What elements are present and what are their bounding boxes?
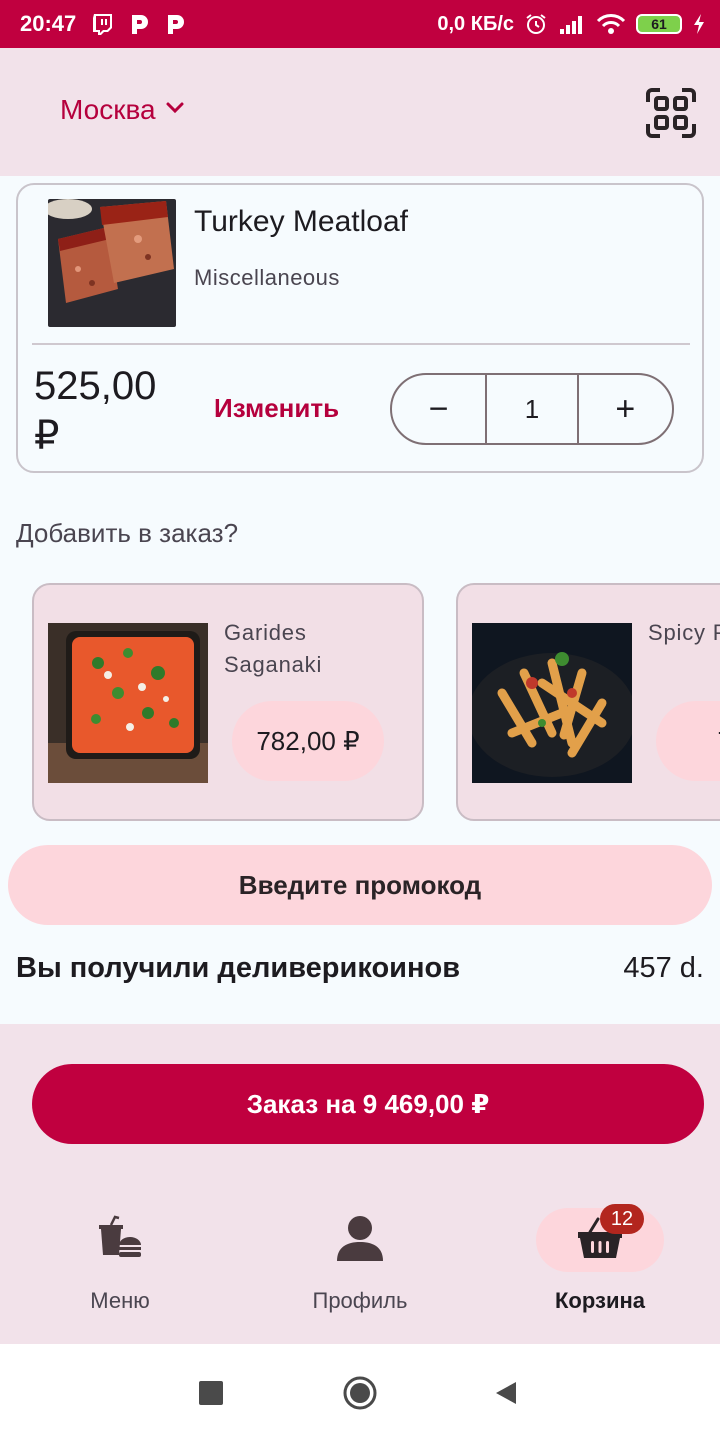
addon-card[interactable]: Garides Saganaki 782,00 ₽ — [32, 583, 424, 821]
meatloaf-image — [48, 199, 176, 327]
battery-icon: 61 — [636, 14, 682, 34]
spicy-penne-image — [472, 623, 632, 783]
signal-icon — [558, 13, 586, 35]
twitch-icon — [90, 12, 114, 36]
quantity-value: 1 — [485, 375, 579, 443]
bottom-panel: Заказ на 9 469,00 ₽ Меню Профиль 12 Корз… — [0, 1024, 720, 1344]
addon-price-button[interactable]: 782,00 ₽ — [232, 701, 384, 781]
coins-value: 457 d. — [623, 952, 704, 984]
edit-button[interactable]: Изменить — [214, 393, 339, 424]
home-icon[interactable] — [342, 1375, 378, 1411]
city-label: Москва — [60, 94, 156, 125]
coins-row: Вы получили деливерикоинов 457 d. — [16, 952, 704, 985]
coins-label: Вы получили деливерикоинов — [16, 952, 461, 984]
nav-item-profile[interactable]: Профиль — [280, 1208, 440, 1314]
quantity-stepper: − 1 + — [390, 373, 674, 445]
nav-label: Профиль — [312, 1288, 408, 1313]
top-app-bar: Москва — [0, 48, 720, 176]
increment-button[interactable]: + — [579, 375, 672, 443]
cart-item-price: 525,00 ₽ — [34, 364, 157, 458]
nav-pill — [296, 1208, 424, 1272]
cart-item-card: Turkey Meatloaf Miscellaneous 525,00 ₽ И… — [16, 183, 704, 473]
wifi-icon — [596, 13, 626, 35]
nav-item-cart[interactable]: 12 Корзина — [520, 1204, 680, 1314]
promo-code-button[interactable]: Введите промокод — [8, 845, 712, 925]
charging-icon — [692, 13, 706, 35]
p-app-icon — [128, 12, 150, 36]
garides-saganaki-image — [48, 623, 208, 783]
addon-card[interactable]: Spicy Penne 76 — [456, 583, 720, 821]
status-bar: 20:47 0,0 КБ/с 61 — [0, 0, 720, 48]
nav-label: Корзина — [555, 1288, 645, 1313]
nav-pill — [56, 1208, 184, 1272]
status-bar-left: 20:47 — [20, 11, 186, 37]
nav-label: Меню — [90, 1288, 150, 1313]
alarm-icon — [524, 12, 548, 36]
addon-price-button[interactable]: 76 — [656, 701, 720, 781]
p-app-icon — [164, 12, 186, 36]
decrement-button[interactable]: − — [392, 375, 485, 443]
addon-name: Spicy Penne — [648, 620, 720, 645]
cart-item-category: Miscellaneous — [194, 265, 340, 290]
back-icon[interactable] — [494, 1380, 518, 1406]
cart-item-title: Turkey Meatloaf — [194, 205, 408, 238]
chevron-down-icon — [164, 94, 186, 126]
addon-name: Garides Saganaki — [224, 620, 323, 677]
order-button[interactable]: Заказ на 9 469,00 ₽ — [32, 1064, 704, 1144]
addons-heading: Добавить в заказ? — [16, 518, 239, 548]
person-icon — [335, 1213, 385, 1268]
network-speed: 0,0 КБ/с — [437, 12, 514, 35]
status-time: 20:47 — [20, 11, 77, 36]
food-menu-icon — [97, 1215, 143, 1266]
status-bar-right: 0,0 КБ/с 61 — [437, 12, 706, 36]
nav-pill-active: 12 — [536, 1204, 664, 1272]
cart-count-badge: 12 — [600, 1204, 644, 1234]
city-selector[interactable]: Москва — [60, 94, 186, 126]
recent-apps-icon[interactable] — [199, 1381, 223, 1405]
qr-code-icon[interactable] — [646, 88, 696, 138]
system-navigation-bar — [0, 1344, 720, 1440]
divider — [32, 343, 690, 345]
nav-item-menu[interactable]: Меню — [40, 1208, 200, 1314]
